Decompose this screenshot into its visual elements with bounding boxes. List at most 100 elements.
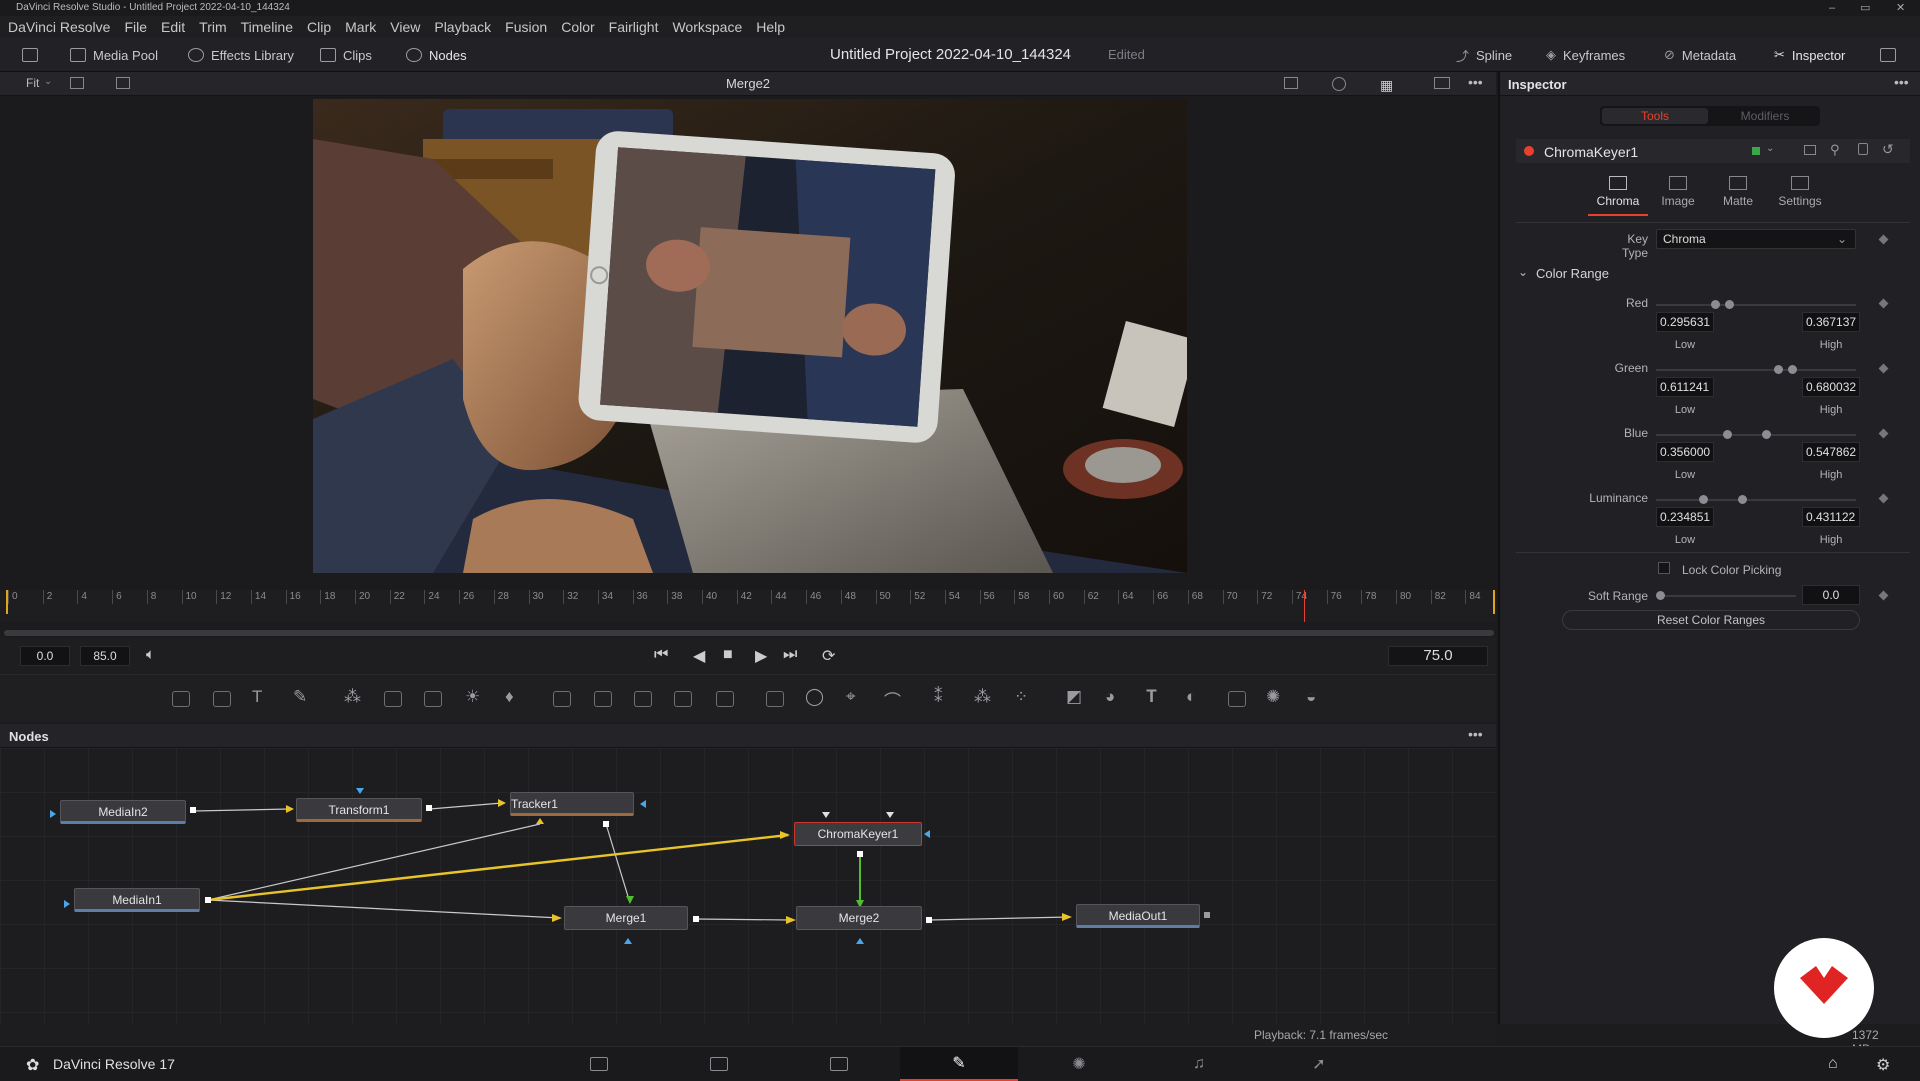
tool-color-swatch[interactable] <box>1752 147 1760 155</box>
timeline-scrollbar[interactable] <box>4 630 1494 636</box>
viewer-more-icon[interactable]: ••• <box>1468 74 1483 90</box>
fullscreen-toggle-button[interactable] <box>1880 38 1896 72</box>
channel-high-field[interactable]: 0.431122 <box>1802 507 1860 527</box>
menu-timeline[interactable]: Timeline <box>241 19 293 35</box>
inspector-more-icon[interactable]: ••• <box>1894 74 1909 90</box>
polygon-mask-icon[interactable]: ⌖ <box>846 687 856 707</box>
nodes-button[interactable]: Nodes <box>406 38 467 72</box>
effects-library-button[interactable]: Effects Library <box>188 38 294 72</box>
spline-button[interactable]: ⤴ Spline <box>1456 38 1512 72</box>
range-low-knob[interactable] <box>1774 365 1784 374</box>
menu-playback[interactable]: Playback <box>434 19 491 35</box>
menu-help[interactable]: Help <box>756 19 785 35</box>
go-to-start-icon[interactable]: ⏮︎ <box>654 646 668 664</box>
keyframe-diamond-icon[interactable] <box>1878 363 1889 374</box>
stop-icon[interactable]: ■ <box>723 646 733 664</box>
chevron-down-icon[interactable]: ⌄ <box>1766 143 1774 154</box>
channel-range-slider[interactable] <box>1656 430 1856 439</box>
deliver-page-button[interactable]: ➚ <box>1260 1047 1378 1081</box>
menu-mark[interactable]: Mark <box>345 19 376 35</box>
settings-gear-icon[interactable]: ⚙︎ <box>1876 1055 1890 1075</box>
range-low-knob[interactable] <box>1711 300 1721 309</box>
color-channel-icon[interactable] <box>1332 77 1346 91</box>
3d-image-plane-icon[interactable]: ◩ <box>1066 687 1082 707</box>
color-curves-tool-icon[interactable] <box>424 691 442 707</box>
menu-fairlight[interactable]: Fairlight <box>609 19 659 35</box>
menu-clip[interactable]: Clip <box>307 19 331 35</box>
blur-tool-icon[interactable] <box>384 691 402 707</box>
menu-trim[interactable]: Trim <box>199 19 226 35</box>
soft-range-slider[interactable] <box>1656 591 1796 600</box>
inspector-button[interactable]: ✂ Inspector <box>1774 38 1845 72</box>
playhead[interactable] <box>1304 590 1305 622</box>
play-icon[interactable]: ▶︎ <box>755 646 767 666</box>
pin-icon[interactable]: ⚲ <box>1830 142 1840 158</box>
node-mediain2[interactable]: MediaIn2 <box>60 800 186 824</box>
close-icon[interactable]: ✕ <box>1896 0 1905 16</box>
lock-color-picking-checkbox[interactable] <box>1658 562 1670 574</box>
color-correct-tool-icon[interactable]: ♦ <box>505 687 514 707</box>
channel-low-field[interactable]: 0.295631 <box>1656 312 1714 332</box>
loop-icon[interactable]: ⟳ <box>822 646 835 666</box>
edit-page-button[interactable] <box>780 1047 898 1081</box>
3d-camera-icon[interactable]: ◐ <box>1186 687 1196 707</box>
particle-style-icon[interactable]: ⁘ <box>1014 687 1028 707</box>
key-type-dropdown[interactable]: Chroma ⌄ <box>1656 229 1856 249</box>
channel-high-field[interactable]: 0.547862 <box>1802 442 1860 462</box>
nodes-more-icon[interactable]: ••• <box>1468 726 1483 742</box>
play-reverse-icon[interactable]: ◀︎ <box>693 646 705 666</box>
particles-tool-icon[interactable]: ⁂ <box>344 687 361 707</box>
menu-edit[interactable]: Edit <box>161 19 185 35</box>
3d-shape-icon[interactable]: ◕ <box>1105 687 1115 707</box>
subtab-image[interactable]: Image <box>1648 172 1708 216</box>
color-range-title[interactable]: Color Range <box>1536 266 1609 281</box>
panel-toggle-button[interactable] <box>22 38 38 72</box>
minimize-icon[interactable]: – <box>1829 0 1835 16</box>
loader-tool-icon[interactable] <box>553 691 571 707</box>
grid-icon[interactable]: ▦ <box>1380 77 1393 94</box>
split-view-icon[interactable] <box>1434 77 1450 89</box>
3d-text-icon[interactable]: 𝐓 <box>1146 687 1157 707</box>
channel-range-slider[interactable] <box>1656 365 1856 374</box>
brush-tool-icon[interactable]: ✎ <box>293 687 307 707</box>
rectangle-mask-icon[interactable] <box>766 691 784 707</box>
menu-davinci-resolve[interactable]: DaVinci Resolve <box>8 19 110 35</box>
soft-range-knob[interactable] <box>1656 591 1665 600</box>
channel-low-field[interactable]: 0.611241 <box>1656 377 1714 397</box>
node-tracker1[interactable]: Tracker1 <box>510 792 634 816</box>
fairlight-page-button[interactable]: ♫ <box>1140 1047 1258 1081</box>
channel-range-slider[interactable] <box>1656 495 1856 504</box>
brightness-tool-icon[interactable]: ☀︎ <box>465 687 480 707</box>
ellipse-mask-icon[interactable]: ◯ <box>805 687 824 707</box>
speaker-icon[interactable]: 🔈︎ <box>146 646 155 663</box>
range-low-knob[interactable] <box>1699 495 1708 504</box>
keyframe-diamond-icon[interactable] <box>1878 234 1889 245</box>
range-low-knob[interactable] <box>1723 430 1733 439</box>
clips-button[interactable]: Clips <box>320 38 372 72</box>
range-high-knob[interactable] <box>1738 495 1748 504</box>
menu-color[interactable]: Color <box>561 19 594 35</box>
keyframe-diamond-icon[interactable] <box>1878 428 1889 439</box>
keyframe-diamond-icon[interactable] <box>1878 298 1889 309</box>
node-transform1[interactable]: Transform1 <box>296 798 422 822</box>
range-high-knob[interactable] <box>1725 300 1735 309</box>
time-ruler[interactable]: 0 2 4 6 8 10 12 14 16 18 20 22 24 26 28 30 32 34 36 38 40 42 4… <box>0 590 1496 622</box>
3d-merge-icon[interactable] <box>1228 691 1246 707</box>
go-to-end-icon[interactable]: ⏭︎ <box>783 646 797 664</box>
node-mediaout1[interactable]: MediaOut1 <box>1076 904 1200 928</box>
soft-range-field[interactable]: 0.0 <box>1802 585 1860 605</box>
subtab-matte[interactable]: Matte <box>1708 172 1768 216</box>
render-start-field[interactable]: 0.0 <box>20 646 70 666</box>
render-end-field[interactable]: 85.0 <box>80 646 130 666</box>
keyframes-button[interactable]: ◈ Keyframes <box>1546 38 1625 72</box>
maximize-icon[interactable]: ▭ <box>1860 0 1870 16</box>
keyframe-diamond-icon[interactable] <box>1878 590 1889 601</box>
matte-control-tool-icon[interactable] <box>634 691 652 707</box>
tool-enable-toggle[interactable] <box>1524 146 1534 156</box>
media-pool-button[interactable]: Media Pool <box>70 38 158 72</box>
transform-tool-icon[interactable] <box>716 691 734 707</box>
tab-modifiers[interactable]: Modifiers <box>1712 108 1818 124</box>
channel-low-field[interactable]: 0.356000 <box>1656 442 1714 462</box>
fusion-page-button[interactable]: ✎ <box>900 1047 1018 1081</box>
menu-workspace[interactable]: Workspace <box>672 19 742 35</box>
